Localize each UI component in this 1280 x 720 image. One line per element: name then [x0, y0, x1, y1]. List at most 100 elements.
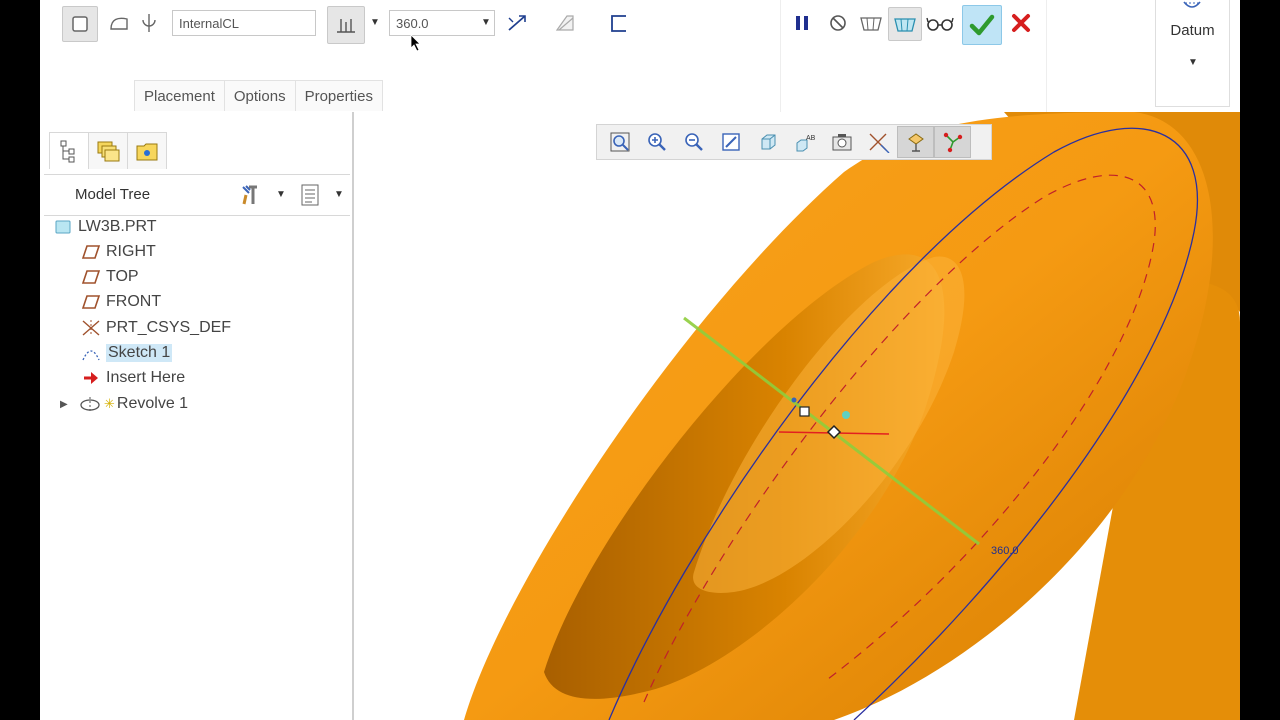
tree-item-label: TOP — [106, 268, 139, 285]
repaint-icon — [721, 133, 740, 151]
variable-angle-icon — [337, 19, 355, 33]
axis-reference-field[interactable]: InternalCL — [172, 10, 316, 36]
angle-value-field[interactable]: 360.0 — [389, 10, 495, 36]
tree-item-revolve[interactable]: ▶ ✳ Revolve 1 — [60, 392, 188, 416]
tree-settings-dropdown-icon[interactable]: ▼ — [276, 189, 286, 200]
datum-plane-icon — [80, 242, 102, 262]
zoom-in-button[interactable] — [638, 126, 675, 158]
datum-display-icon — [869, 133, 889, 153]
zoom-in-icon — [647, 133, 666, 151]
datum-display-button[interactable] — [860, 126, 897, 158]
datum-label: Datum — [1170, 22, 1215, 39]
revolve-axis-icon — [142, 14, 156, 32]
thicken-sketch-button[interactable] — [604, 8, 634, 38]
tab-favorites[interactable] — [127, 132, 167, 169]
remove-material-button[interactable] — [550, 8, 580, 38]
close-icon — [1012, 14, 1030, 32]
refit-icon — [610, 132, 629, 152]
tab-options[interactable]: Options — [223, 80, 296, 111]
tree-show-dropdown-icon[interactable]: ▼ — [334, 189, 344, 200]
datum-icon — [1183, 1, 1201, 8]
tree-item-label: FRONT — [106, 293, 162, 310]
revolve-icon — [78, 394, 100, 414]
angle-value-dropdown-icon[interactable]: ▼ — [481, 17, 491, 28]
display-style-icon — [761, 134, 775, 150]
drag-handle-point[interactable] — [842, 411, 850, 419]
axis-button[interactable] — [136, 8, 162, 38]
datum-plane-icon — [80, 267, 102, 287]
ok-button[interactable] — [962, 5, 1002, 45]
navigator-panel: Model Tree ▼ ▼ LW3B.PRT RIGHT TOP FRONT … — [44, 112, 354, 720]
tree-item-csys[interactable]: PRT_CSYS_DEF — [80, 316, 231, 340]
tree-settings-button[interactable] — [236, 181, 264, 209]
display-style-button[interactable] — [749, 126, 786, 158]
remove-material-icon — [555, 15, 574, 31]
zoom-out-button[interactable] — [675, 126, 712, 158]
tools-icon — [242, 185, 257, 205]
tree-item-front[interactable]: FRONT — [80, 290, 161, 314]
saved-orientations-button[interactable]: AB — [786, 126, 823, 158]
angle-type-dropdown-icon[interactable]: ▼ — [370, 17, 380, 28]
layers-folder-icon — [97, 141, 120, 162]
sketch-icon — [80, 343, 102, 363]
spin-center-button[interactable] — [897, 126, 934, 158]
surface-type-button[interactable] — [104, 8, 134, 38]
tree-item-right[interactable]: RIGHT — [80, 240, 156, 264]
annotation-icon — [943, 132, 962, 153]
datum-dropdown-icon[interactable]: ▼ — [1188, 57, 1198, 68]
tab-model-tree[interactable] — [49, 132, 89, 169]
tab-properties[interactable]: Properties — [294, 80, 383, 111]
revolve-dashboard: InternalCL ▼ 360.0 ▼ Datum ▼ Placement O… — [44, 0, 1240, 113]
solid-icon — [72, 16, 88, 32]
tree-show-button[interactable] — [296, 181, 324, 209]
tree-item-label: PRT_CSYS_DEF — [106, 319, 232, 336]
model-tree-icon — [60, 140, 75, 163]
expand-arrow-icon[interactable]: ▶ — [60, 399, 78, 410]
datum-group[interactable]: Datum ▼ — [1155, 0, 1230, 107]
list-icon — [301, 184, 319, 206]
model-tree-title: Model Tree — [75, 186, 151, 203]
verify-button[interactable] — [888, 7, 922, 41]
refit-button[interactable] — [601, 126, 638, 158]
preview-icon — [860, 17, 882, 31]
tree-item-label: RIGHT — [106, 243, 156, 260]
axis-anchor-handle[interactable] — [799, 406, 810, 417]
solid-type-button[interactable] — [62, 6, 98, 42]
glasses-icon — [926, 17, 954, 31]
zoom-out-icon — [684, 133, 703, 151]
tab-placement[interactable]: Placement — [134, 80, 225, 111]
angle-annotation[interactable]: 360.0 — [991, 545, 1019, 557]
tree-item-part[interactable]: LW3B.PRT — [52, 215, 157, 239]
revolve-preview-model: 360.0 — [464, 112, 1240, 720]
tree-item-top[interactable]: TOP — [80, 265, 139, 289]
glasses-preview-button[interactable] — [924, 9, 956, 37]
insert-arrow-icon — [80, 368, 102, 388]
surface-icon — [110, 17, 128, 30]
annotation-display-button[interactable] — [934, 126, 971, 158]
csys-icon — [80, 318, 102, 338]
part-icon — [52, 217, 74, 237]
ribbon-separator — [780, 0, 781, 112]
repaint-button[interactable] — [712, 126, 749, 158]
cancel-button[interactable] — [1006, 8, 1036, 38]
tree-item-label: Sketch 1 — [106, 344, 173, 362]
tab-layers[interactable] — [88, 132, 128, 169]
no-preview-button[interactable] — [824, 9, 852, 37]
preview-button[interactable] — [856, 8, 886, 38]
favorites-folder-icon — [136, 143, 158, 161]
navigator-tabs — [49, 132, 167, 169]
tree-item-label: LW3B.PRT — [78, 218, 157, 235]
pause-button[interactable] — [788, 9, 816, 37]
angle-type-button[interactable] — [327, 6, 365, 44]
tree-item-insert-here[interactable]: Insert Here — [80, 366, 185, 390]
flip-direction-button[interactable] — [502, 8, 532, 38]
graphics-window[interactable]: 360.0 AB — [354, 112, 1240, 720]
checkmark-icon — [969, 14, 995, 36]
tree-item-sketch[interactable]: Sketch 1 — [80, 341, 173, 365]
view-manager-button[interactable] — [823, 126, 860, 158]
saved-views-icon: AB — [796, 135, 815, 152]
verify-mode-icon — [894, 18, 916, 32]
no-preview-icon — [830, 15, 846, 31]
pause-icon — [796, 16, 808, 30]
view-toolbar: AB — [596, 124, 992, 160]
